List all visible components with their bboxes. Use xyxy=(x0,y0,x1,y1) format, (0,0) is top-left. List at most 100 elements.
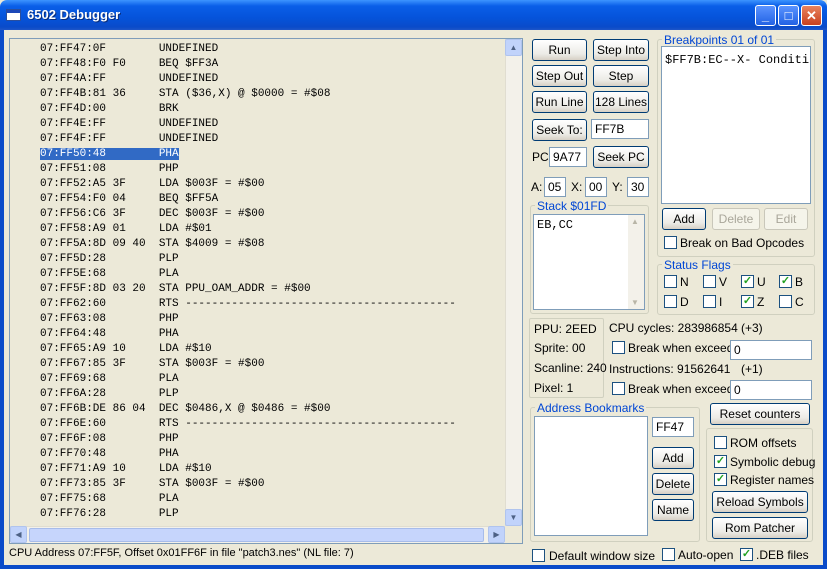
bookmark-address-input[interactable]: FF47 xyxy=(652,417,694,437)
disassembly-line[interactable]: 07:FF5A:8D 09 40 STA $4009 = #$08 xyxy=(10,237,505,252)
break-bad-opcodes-checkbox[interactable] xyxy=(664,236,677,249)
disassembly-view[interactable]: 07:FF47:0F UNDEFINED 07:FF48:F0 F0 BEQ $F… xyxy=(9,38,523,544)
disassembly-line[interactable]: 07:FF4F:FF UNDEFINED xyxy=(10,132,505,147)
disassembly-line[interactable]: 07:FF51:08 PHP xyxy=(10,162,505,177)
minimize-button[interactable]: _ xyxy=(755,5,776,26)
reload-symbols-button[interactable]: Reload Symbols xyxy=(712,491,808,513)
disassembly-line[interactable]: 07:FF5D:28 PLP xyxy=(10,252,505,267)
step-over-button[interactable]: Step Over xyxy=(593,65,649,103)
step-out-button[interactable]: Step Out xyxy=(532,65,587,87)
flag-c-checkbox[interactable] xyxy=(779,295,792,308)
disassembly-line[interactable]: 07:FF73:85 3F STA $003F = #$00 xyxy=(10,477,505,492)
symbolic-debug-checkbox[interactable]: ✓ xyxy=(714,455,727,468)
disassembly-line[interactable]: 07:FF4B:81 36 STA ($36,X) @ $0000 = #$08 xyxy=(10,87,505,102)
delete-bookmark-button[interactable]: Delete xyxy=(652,473,694,495)
seek-address-input[interactable]: FF7B xyxy=(591,119,649,139)
run-button[interactable]: Run xyxy=(532,39,587,61)
pc-input[interactable]: 9A77 xyxy=(549,147,587,167)
disassembly-line[interactable]: 07:FF58:A9 01 LDA #$01 xyxy=(10,222,505,237)
stack-view[interactable]: EB,CC ▲ ▼ xyxy=(533,214,645,310)
disassembly-line[interactable]: 07:FF64:48 PHA xyxy=(10,327,505,342)
default-window-size-checkbox[interactable] xyxy=(532,549,545,562)
flag-i-checkbox[interactable] xyxy=(703,295,716,308)
disassembly-line[interactable]: 07:FF4E:FF UNDEFINED xyxy=(10,117,505,132)
disassembly-line[interactable]: 07:FF65:A9 10 LDA #$10 xyxy=(10,342,505,357)
disassembly-line[interactable]: 07:FF56:C6 3F DEC $003F = #$00 xyxy=(10,207,505,222)
seek-pc-button[interactable]: Seek PC xyxy=(593,146,649,168)
disassembly-line[interactable]: 07:FF52:A5 3F LDA $003F = #$00 xyxy=(10,177,505,192)
disassembly-line[interactable]: 07:FF67:85 3F STA $003F = #$00 xyxy=(10,357,505,372)
seek-to-button[interactable]: Seek To: xyxy=(532,119,587,141)
step-into-button[interactable]: Step Into xyxy=(593,39,649,61)
disassembly-line[interactable]: 07:FF54:F0 04 BEQ $FF5A xyxy=(10,192,505,207)
edit-breakpoint-button[interactable]: Edit xyxy=(764,208,808,230)
scroll-left-button[interactable]: ◀ xyxy=(10,526,27,543)
flag-d-checkbox[interactable] xyxy=(664,295,677,308)
checkmark-icon: ✓ xyxy=(715,473,726,485)
hscroll-thumb[interactable] xyxy=(29,528,484,542)
add-breakpoint-button[interactable]: Add xyxy=(662,208,706,230)
instructions-break-checkbox[interactable] xyxy=(612,382,625,395)
auto-open-checkbox[interactable] xyxy=(662,548,675,561)
disassembly-line-text: 07:FF50:48 PHA xyxy=(40,148,179,160)
disassembly-line[interactable]: 07:FF47:0F UNDEFINED xyxy=(10,42,505,57)
deb-files-checkbox[interactable]: ✓ xyxy=(740,548,753,561)
flag-b-label: B xyxy=(795,275,804,289)
disassembly-line[interactable]: 07:FF76:28 PLP xyxy=(10,507,505,522)
flag-b-checkbox[interactable]: ✓ xyxy=(779,275,792,288)
disassembly-line[interactable]: 07:FF4A:FF UNDEFINED xyxy=(10,72,505,87)
maximize-button[interactable]: □ xyxy=(778,5,799,26)
disassembly-line[interactable]: 07:FF6F:08 PHP xyxy=(10,432,505,447)
rom-offsets-checkbox[interactable] xyxy=(714,436,727,449)
cycles-limit-input[interactable]: 0 xyxy=(730,340,812,360)
disassembly-line[interactable]: 07:FF6E:60 RTS -------------------------… xyxy=(10,417,505,432)
close-button[interactable]: ✕ xyxy=(801,5,822,26)
a-register-input[interactable]: 05 xyxy=(544,177,566,197)
disassembly-line[interactable]: 07:FF5F:8D 03 20 STA PPU_OAM_ADDR = #$00 xyxy=(10,282,505,297)
disassembly-line[interactable]: 07:FF4D:00 BRK xyxy=(10,102,505,117)
flag-n-checkbox[interactable] xyxy=(664,275,677,288)
flag-z-checkbox[interactable]: ✓ xyxy=(741,295,754,308)
disassembly-hscrollbar[interactable]: ◀ ▶ xyxy=(10,526,505,543)
stack-scrollbar[interactable]: ▲ ▼ xyxy=(628,215,644,309)
instructions-limit-input[interactable]: 0 xyxy=(730,380,812,400)
scroll-up-button[interactable]: ▲ xyxy=(505,39,522,56)
bookmarks-list[interactable] xyxy=(534,416,648,536)
disassembly-line[interactable]: 07:FF69:68 PLA xyxy=(10,372,505,387)
arrow-left-icon: ◀ xyxy=(15,530,22,539)
add-bookmark-button[interactable]: Add xyxy=(652,447,694,469)
disassembly-vscrollbar[interactable]: ▲ ▼ xyxy=(505,39,522,526)
disassembly-line[interactable]: 07:FF6B:DE 86 04 DEC $0486,X @ $0486 = #… xyxy=(10,402,505,417)
disassembly-line[interactable]: 07:FF6A:28 PLP xyxy=(10,387,505,402)
scroll-right-button[interactable]: ▶ xyxy=(488,526,505,543)
disassembly-line[interactable]: 07:FF63:08 PHP xyxy=(10,312,505,327)
disassembly-line[interactable]: 07:FF70:48 PHA xyxy=(10,447,505,462)
window-frame-left xyxy=(0,30,4,569)
flag-u-checkbox[interactable]: ✓ xyxy=(741,275,754,288)
disassembly-line[interactable]: 07:FF50:48 PHA xyxy=(10,147,505,162)
breakpoint-item[interactable]: $FF7B:EC--X- Conditi xyxy=(665,53,809,67)
scroll-down-button[interactable]: ▼ xyxy=(505,509,522,526)
disassembly-line[interactable]: 07:FF71:A9 10 LDA #$10 xyxy=(10,462,505,477)
register-names-label: Register names xyxy=(730,473,815,487)
delete-breakpoint-button[interactable]: Delete xyxy=(712,208,760,230)
disassembly-line[interactable]: 07:FF75:68 PLA xyxy=(10,492,505,507)
breakpoints-list[interactable]: $FF7B:EC--X- Conditi xyxy=(661,46,811,204)
flag-v-checkbox[interactable] xyxy=(703,275,716,288)
run-line-button[interactable]: Run Line xyxy=(532,91,587,113)
cycles-break-checkbox[interactable] xyxy=(612,341,625,354)
x-register-input[interactable]: 00 xyxy=(585,177,607,197)
disassembly-line-text: 07:FF54:F0 04 BEQ $FF5A xyxy=(40,193,219,205)
app-icon[interactable] xyxy=(6,9,21,21)
reset-counters-button[interactable]: Reset counters xyxy=(710,403,810,425)
flag-d-label: D xyxy=(680,295,689,309)
disassembly-line[interactable]: 07:FF5E:68 PLA xyxy=(10,267,505,282)
rom-patcher-button[interactable]: Rom Patcher xyxy=(712,517,808,539)
arrow-right-icon: ▶ xyxy=(493,530,500,539)
disassembly-line[interactable]: 07:FF62:60 RTS -------------------------… xyxy=(10,297,505,312)
name-bookmark-button[interactable]: Name xyxy=(652,499,694,521)
y-register-input[interactable]: 30 xyxy=(627,177,649,197)
register-names-checkbox[interactable]: ✓ xyxy=(714,473,727,486)
run-128-lines-button[interactable]: 128 Lines xyxy=(593,91,649,113)
disassembly-line[interactable]: 07:FF48:F0 F0 BEQ $FF3A xyxy=(10,57,505,72)
